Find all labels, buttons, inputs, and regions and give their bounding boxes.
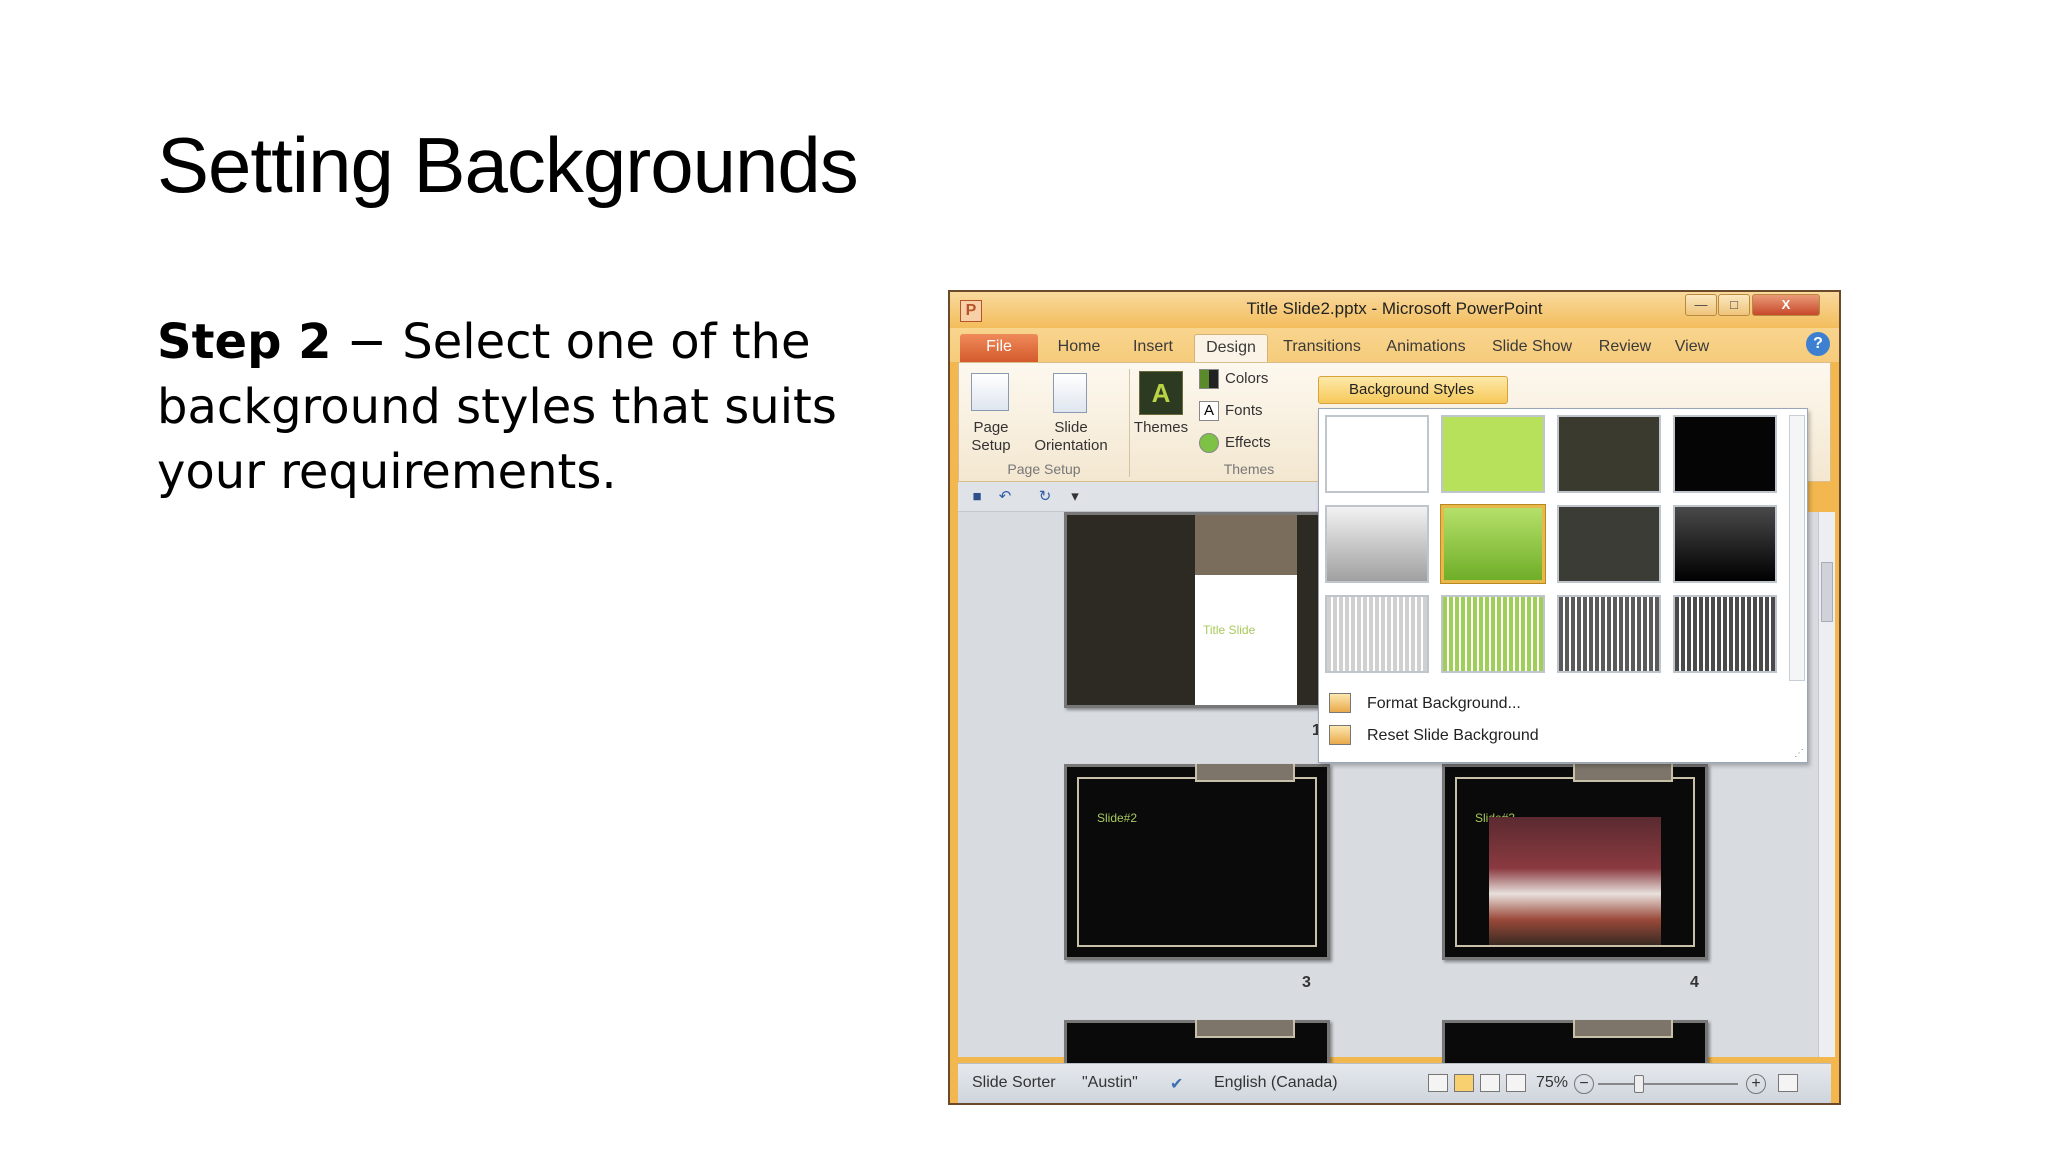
background-style-swatch-black-gradient[interactable]: [1673, 505, 1777, 583]
tab-view[interactable]: View: [1664, 334, 1720, 362]
slide-thumbnail-1[interactable]: Title Slide: [1064, 512, 1330, 708]
fit-to-window-icon[interactable]: [1778, 1074, 1798, 1092]
language[interactable]: English (Canada): [1214, 1074, 1338, 1092]
normal-view-icon[interactable]: [1428, 1074, 1448, 1092]
background-styles-gallery: Format Background... Reset Slide Backgro…: [1318, 408, 1808, 763]
thumb-tab: [1573, 764, 1673, 782]
title-bar: P Title Slide2.pptx - Microsoft PowerPoi…: [950, 292, 1839, 328]
slide-thumbnail-3[interactable]: Slide#2: [1064, 764, 1330, 960]
customize-qat-icon[interactable]: ▾: [1066, 488, 1084, 506]
reset-slide-background-item[interactable]: Reset Slide Background: [1367, 727, 1539, 745]
status-bar: Slide Sorter "Austin" ✔ English (Canada)…: [958, 1063, 1831, 1103]
thumb-tab: [1195, 1020, 1295, 1038]
maximize-button[interactable]: □: [1718, 294, 1750, 316]
spellcheck-icon[interactable]: ✔: [1170, 1074, 1183, 1094]
theme-name: "Austin": [1082, 1074, 1138, 1091]
background-style-swatch-charcoal-stripes[interactable]: [1673, 595, 1777, 673]
slide-number-3: 3: [1302, 974, 1311, 991]
group-themes-label: Themes: [1223, 461, 1275, 477]
quick-access-toolbar: ■ ↶ ↻ ▾: [958, 482, 1318, 512]
gallery-scrollbar[interactable]: [1789, 415, 1805, 681]
slide-title: Setting Backgrounds: [157, 121, 859, 209]
step-label: Step 2: [157, 314, 332, 370]
colors-icon: [1199, 369, 1219, 389]
background-style-swatch-light-stripes[interactable]: [1325, 595, 1429, 673]
reset-background-icon: [1329, 725, 1351, 745]
zoom-out-icon[interactable]: −: [1574, 1074, 1594, 1094]
tab-insert[interactable]: Insert: [1120, 334, 1186, 362]
vertical-scrollbar[interactable]: [1818, 512, 1835, 1057]
tab-slide-show[interactable]: Slide Show: [1484, 334, 1580, 362]
slide-body: Step 2 − Select one of the background st…: [157, 310, 917, 505]
background-style-swatch-dark-gray[interactable]: [1557, 505, 1661, 583]
tab-home[interactable]: Home: [1046, 334, 1112, 362]
background-style-swatch-dark-olive[interactable]: [1557, 415, 1661, 493]
background-style-swatch-green-stripes[interactable]: [1441, 595, 1545, 673]
slide-orientation-button[interactable]: Slide Orientation: [1021, 419, 1121, 455]
slide-show-view-icon[interactable]: [1506, 1074, 1526, 1092]
resize-grip-icon[interactable]: ⋰: [1794, 748, 1804, 759]
minimize-button[interactable]: —: [1685, 294, 1717, 316]
background-style-swatch-gray-gradient[interactable]: [1325, 505, 1429, 583]
scroll-thumb[interactable]: [1821, 562, 1833, 622]
format-background-item[interactable]: Format Background...: [1367, 695, 1521, 713]
zoom-slider-thumb[interactable]: [1634, 1075, 1644, 1093]
effects-button[interactable]: Effects: [1225, 434, 1271, 452]
thumb-caption-3: Slide#2: [1097, 811, 1138, 825]
tab-file[interactable]: File: [960, 334, 1038, 362]
close-button[interactable]: X: [1752, 294, 1820, 316]
group-divider: [1129, 369, 1130, 477]
background-style-swatch-white[interactable]: [1325, 415, 1429, 493]
fonts-icon: A: [1199, 401, 1219, 421]
thumb-header-block: [1195, 515, 1297, 575]
save-icon[interactable]: ■: [968, 488, 986, 506]
format-background-icon: [1329, 693, 1351, 713]
tab-animations[interactable]: Animations: [1378, 334, 1474, 362]
tab-design[interactable]: Design: [1194, 334, 1268, 362]
help-icon[interactable]: ?: [1806, 332, 1830, 356]
redo-icon[interactable]: ↻: [1036, 488, 1054, 506]
bedroom-photo: [1489, 817, 1661, 945]
background-style-swatch-black[interactable]: [1673, 415, 1777, 493]
background-style-swatch-dark-stripes[interactable]: [1557, 595, 1661, 673]
page-setup-icon: [971, 373, 1009, 411]
colors-button[interactable]: Colors: [1225, 370, 1268, 388]
themes-button[interactable]: Themes: [1131, 419, 1191, 437]
background-styles-button[interactable]: Background Styles: [1318, 376, 1508, 404]
slide-number-4: 4: [1690, 974, 1699, 991]
thumb-caption-1: Title Slide: [1203, 623, 1256, 637]
tab-review[interactable]: Review: [1590, 334, 1660, 362]
zoom-in-icon[interactable]: +: [1746, 1074, 1766, 1094]
group-page-setup-label: Page Setup: [1007, 461, 1081, 477]
background-style-swatch-light-green[interactable]: [1441, 415, 1545, 493]
undo-icon[interactable]: ↶: [996, 488, 1014, 506]
slide-sorter-view-icon[interactable]: [1454, 1074, 1474, 1092]
page-setup-button[interactable]: Page Setup: [963, 419, 1019, 455]
thumb-tab: [1195, 764, 1295, 782]
slide-thumbnail-4[interactable]: Slide#3: [1442, 764, 1708, 960]
themes-icon: A: [1139, 371, 1183, 415]
tab-transitions[interactable]: Transitions: [1276, 334, 1368, 362]
zoom-level[interactable]: 75%: [1536, 1074, 1568, 1092]
slide-orientation-icon: [1053, 373, 1087, 413]
thumb-tab: [1573, 1020, 1673, 1038]
effects-icon: [1199, 433, 1219, 453]
ribbon-tabs: File Home Insert Design Transitions Anim…: [950, 328, 1839, 386]
reading-view-icon[interactable]: [1480, 1074, 1500, 1092]
background-style-swatch-green-gradient[interactable]: [1440, 504, 1546, 584]
view-name: Slide Sorter: [972, 1074, 1056, 1091]
thumb-white-block: [1195, 575, 1297, 705]
fonts-button[interactable]: Fonts: [1225, 402, 1263, 420]
thumb-frame: [1077, 777, 1317, 947]
powerpoint-screenshot: P Title Slide2.pptx - Microsoft PowerPoi…: [948, 290, 1841, 1105]
zoom-slider[interactable]: [1598, 1083, 1738, 1085]
